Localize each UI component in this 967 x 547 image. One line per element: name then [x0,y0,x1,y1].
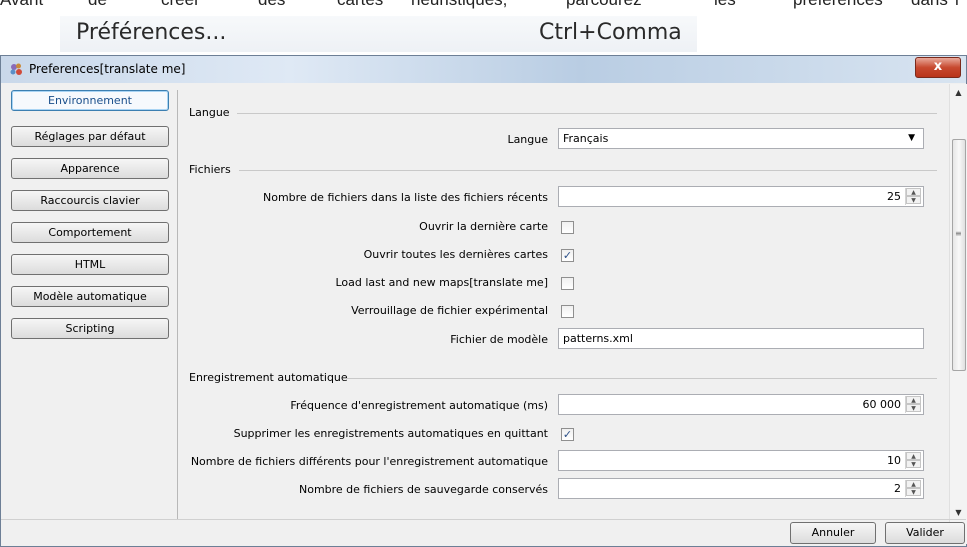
spin-down-icon[interactable]: ▼ [906,488,921,496]
template-file-value: patterns.xml [563,332,633,345]
cropped-word: Avant [0,0,43,10]
tab-reglages-par-defaut[interactable]: Réglages par défaut [11,126,169,147]
spinner-buttons[interactable]: ▲ ▼ [905,188,921,205]
load-last-new-maps-label: Load last and new maps[translate me] [335,276,548,289]
window-title: Preferences[translate me] [29,62,186,76]
template-file-input[interactable]: patterns.xml [558,328,924,349]
window-titlebar[interactable]: Preferences[translate me] x [1,56,966,83]
tab-comportement[interactable]: Comportement [11,222,169,243]
cropped-word: heuristiques, [411,0,507,10]
template-file-label: Fichier de modèle [450,333,548,346]
cropped-word: de [88,0,107,10]
cropped-word: dans [911,0,948,10]
tab-raccourcis-clavier[interactable]: Raccourcis clavier [11,190,169,211]
preferences-menu-item[interactable]: Préférences... Ctrl+Comma [60,16,697,52]
cropped-word: des [258,0,285,10]
experimental-lock-checkbox[interactable] [561,305,574,318]
section-title-langue: Langue [189,106,230,119]
menu-item-shortcut: Ctrl+Comma [539,20,682,45]
cropped-word: les [714,0,736,10]
autosave-frequency-label: Fréquence d'enregistrement automatique (… [290,399,548,412]
delete-autosaves-on-quit-checkbox[interactable]: ✓ [561,428,574,441]
tab-modele-automatique[interactable]: Modèle automatique [11,286,169,307]
checkmark-icon: ✓ [562,428,573,441]
backups-kept-spinner[interactable]: 2 ▲ ▼ [558,478,924,499]
scroll-grip-icon: ≡ [955,229,962,238]
open-all-last-maps-label: Ouvrir toutes les dernières cartes [363,248,548,261]
spin-down-icon[interactable]: ▼ [906,404,921,412]
spin-down-icon[interactable]: ▼ [906,196,921,204]
spinner-buttons[interactable]: ▲ ▼ [905,452,921,469]
autosave-distinct-files-spinner[interactable]: 10 ▲ ▼ [558,450,924,471]
cropped-word: préférences [793,0,883,10]
tab-scripting[interactable]: Scripting [11,318,169,339]
recent-files-count-spinner[interactable]: 25 ▲ ▼ [558,186,924,207]
open-last-map-checkbox[interactable] [561,221,574,234]
cancel-button[interactable]: Annuler [790,522,876,544]
environment-settings-panel: Langue Langue Français ▼ Fichiers Nombre… [179,90,939,520]
ok-button[interactable]: Valider [885,522,965,544]
checkmark-icon: ✓ [562,249,573,262]
spin-up-icon[interactable]: ▲ [906,452,921,460]
panel-divider [177,90,178,520]
cropped-instruction-text: Avant de créer des cartes heuristiques, … [0,0,967,16]
recent-files-count-label: Nombre de fichiers dans la liste des fic… [263,191,548,204]
autosave-distinct-files-value: 10 [887,454,901,467]
spinner-buttons[interactable]: ▲ ▼ [905,396,921,413]
section-divider [239,170,937,171]
autosave-distinct-files-label: Nombre de fichiers différents pour l'enr… [190,455,548,468]
recent-files-count-value: 25 [887,190,901,203]
section-divider [237,113,937,114]
backups-kept-value: 2 [894,482,901,495]
autosave-frequency-spinner[interactable]: 60 000 ▲ ▼ [558,394,924,415]
spin-up-icon[interactable]: ▲ [906,188,921,196]
section-title-fichiers: Fichiers [189,163,231,176]
open-all-last-maps-checkbox[interactable]: ✓ [561,249,574,262]
language-select[interactable]: Français ▼ [558,128,924,149]
language-value: Français [563,132,609,145]
spin-up-icon[interactable]: ▲ [906,480,921,488]
menu-item-label: Préférences... [76,20,227,45]
cropped-word: parcourez [566,0,642,10]
language-label: Langue [507,133,548,146]
experimental-lock-label: Verrouillage de fichier expérimental [351,304,548,317]
chevron-down-icon: ▼ [908,133,915,143]
delete-autosaves-on-quit-label: Supprimer les enregistrements automatiqu… [233,427,548,440]
section-divider [346,378,937,379]
tab-html[interactable]: HTML [11,254,169,275]
app-icon [10,63,22,75]
vertical-scrollbar[interactable]: ▲ ≡ ▼ [949,84,967,544]
scrollbar-thumb[interactable] [952,139,966,371]
open-last-map-label: Ouvrir la dernière carte [419,220,548,233]
scroll-up-icon[interactable]: ▲ [950,84,967,101]
cropped-word: cartes [337,0,383,10]
spinner-buttons[interactable]: ▲ ▼ [905,480,921,497]
tab-environnement[interactable]: Environnement [11,90,169,111]
spin-down-icon[interactable]: ▼ [906,460,921,468]
load-last-new-maps-checkbox[interactable] [561,277,574,290]
close-button[interactable]: x [915,57,961,78]
button-bar-divider [1,519,966,520]
preferences-window: Preferences[translate me] x Environnemen… [0,55,967,547]
spin-up-icon[interactable]: ▲ [906,396,921,404]
autosave-frequency-value: 60 000 [862,398,902,411]
cropped-word: l' [955,0,962,10]
section-title-autosave: Enregistrement automatique [189,371,348,384]
backups-kept-label: Nombre de fichiers de sauvegarde conserv… [298,483,548,496]
tab-apparence[interactable]: Apparence [11,158,169,179]
close-icon: x [933,59,943,74]
cropped-word: créer [161,0,200,10]
